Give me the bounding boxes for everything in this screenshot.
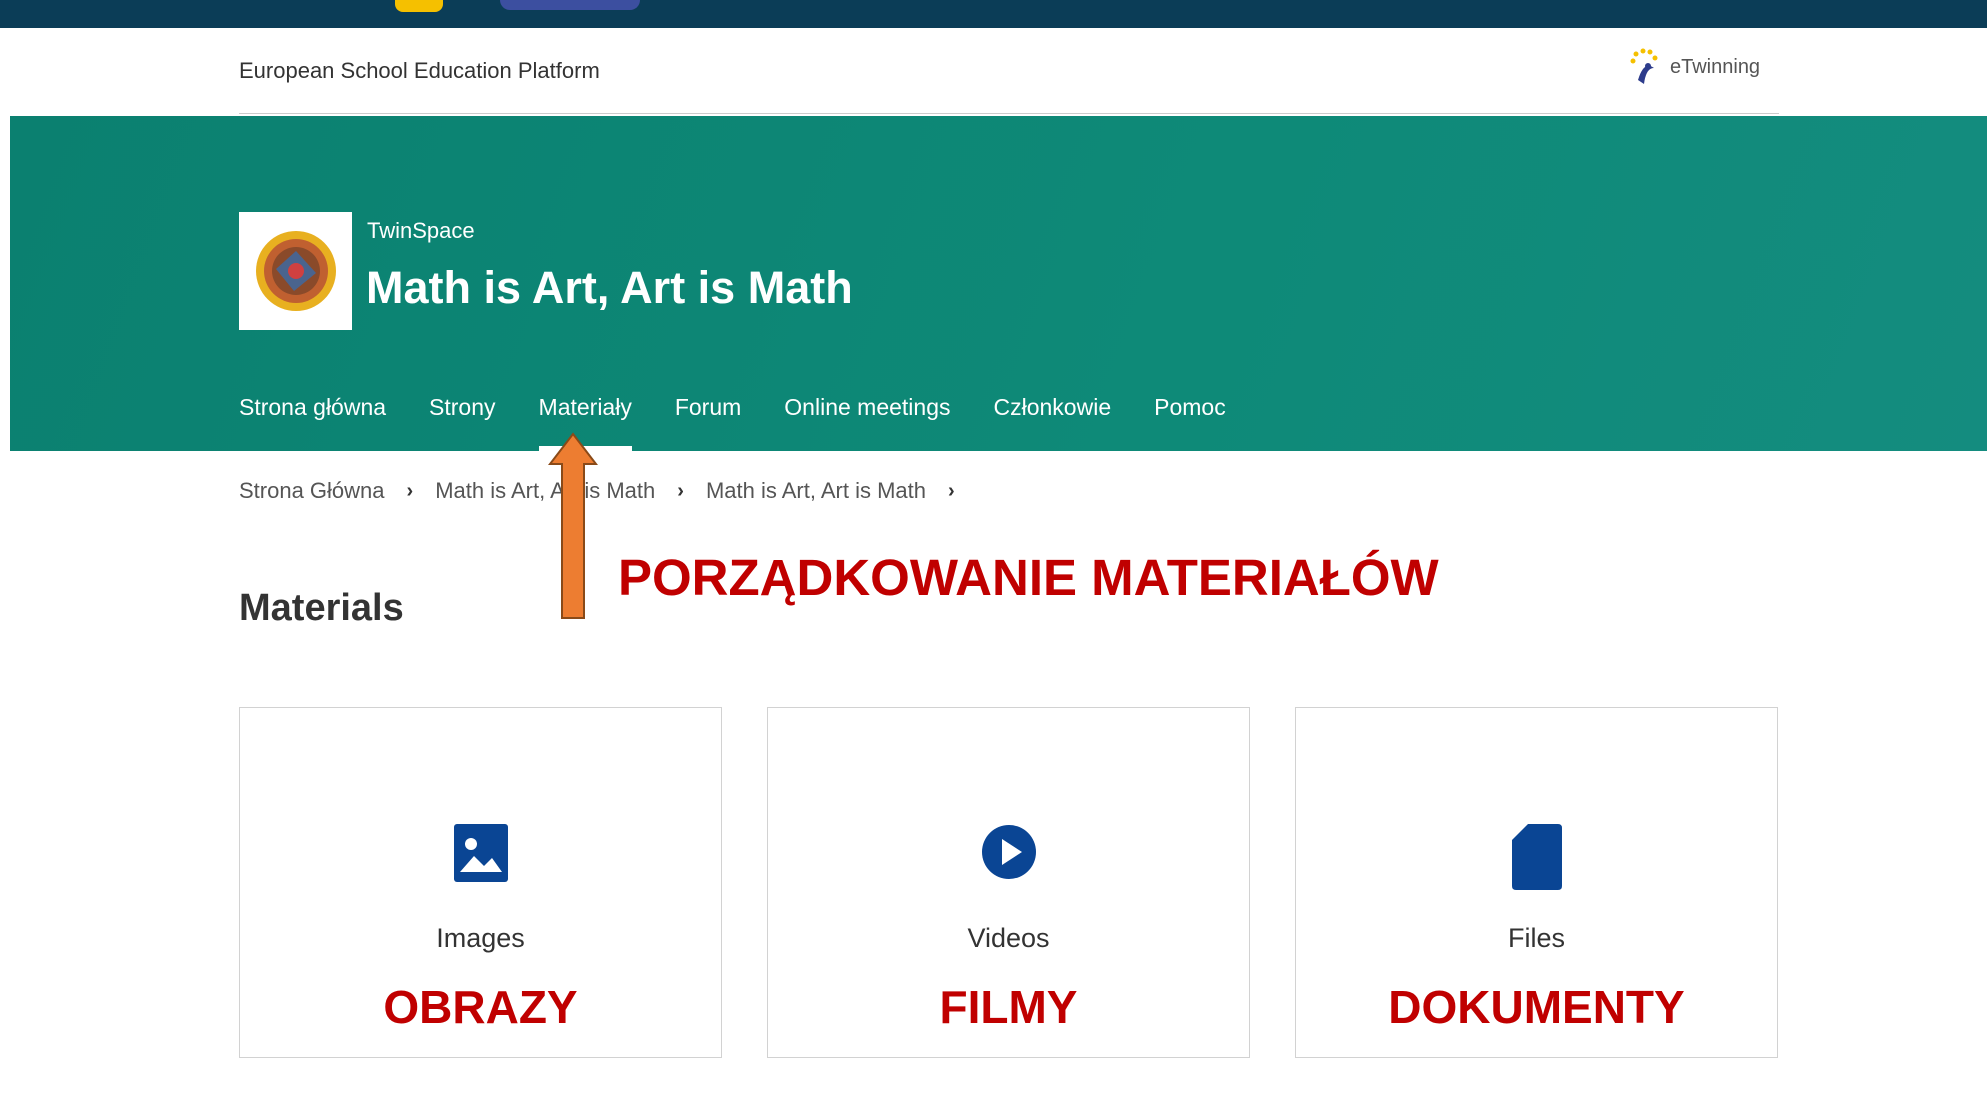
tab-members[interactable]: Członkowie	[994, 394, 1112, 451]
twinspace-label: TwinSpace	[367, 218, 475, 243]
logo-fragment	[500, 0, 640, 10]
breadcrumb-twinspace[interactable]: Math is Art, Art is Math	[706, 478, 926, 504]
play-icon	[981, 825, 1036, 879]
card-label: Files	[1507, 923, 1565, 953]
project-thumbnail[interactable]	[239, 212, 352, 330]
tab-pages[interactable]: Strony	[429, 394, 495, 451]
images-card[interactable]: Images OBRAZY	[239, 707, 722, 1058]
chevron-right-icon: ›	[948, 479, 955, 502]
tab-online-meetings[interactable]: Online meetings	[784, 394, 950, 451]
logo-fragment	[395, 0, 443, 12]
project-logo-image	[255, 231, 336, 311]
project-banner: TwinSpace Math is Art, Art is Math Stron…	[10, 116, 1987, 451]
breadcrumb-project[interactable]: Math is Art, Art is Math	[435, 478, 655, 504]
card-annotation: DOKUMENTY	[1388, 981, 1685, 1033]
annotation-arrow-icon	[548, 432, 598, 619]
videos-card[interactable]: Videos FILMY	[767, 707, 1250, 1058]
chevron-right-icon: ›	[406, 479, 414, 502]
image-icon	[453, 824, 508, 882]
project-tabs: Strona główna Strony Materiały Forum Onl…	[239, 394, 1269, 451]
breadcrumb-home[interactable]: Strona Główna	[239, 478, 385, 504]
platform-name[interactable]: European School Education Platform	[239, 58, 600, 84]
top-strip	[0, 0, 1987, 28]
card-annotation: FILMY	[939, 981, 1078, 1033]
card-label: Videos	[967, 923, 1050, 953]
project-title: Math is Art, Art is Math	[366, 262, 853, 313]
tab-home[interactable]: Strona główna	[239, 394, 386, 451]
tab-help[interactable]: Pomoc	[1154, 394, 1226, 451]
files-card[interactable]: Files DOKUMENTY	[1295, 707, 1778, 1058]
annotation-label: PORZĄDKOWANIE MATERIAŁÓW	[618, 549, 1439, 606]
etwinning-logo[interactable]: eTwinning	[1628, 46, 1760, 88]
card-annotation: OBRAZY	[383, 981, 578, 1033]
etwinning-star-icon	[1630, 48, 1658, 84]
section-title: Materials	[239, 587, 404, 629]
breadcrumb: Strona Główna › Math is Art, Art is Math…	[239, 478, 977, 504]
chevron-right-icon: ›	[677, 479, 684, 502]
card-label: Images	[436, 923, 525, 953]
file-icon	[1511, 824, 1562, 890]
tab-forum[interactable]: Forum	[675, 394, 741, 451]
header-divider	[239, 113, 1779, 114]
etwinning-logo-text: eTwinning	[1670, 55, 1761, 78]
